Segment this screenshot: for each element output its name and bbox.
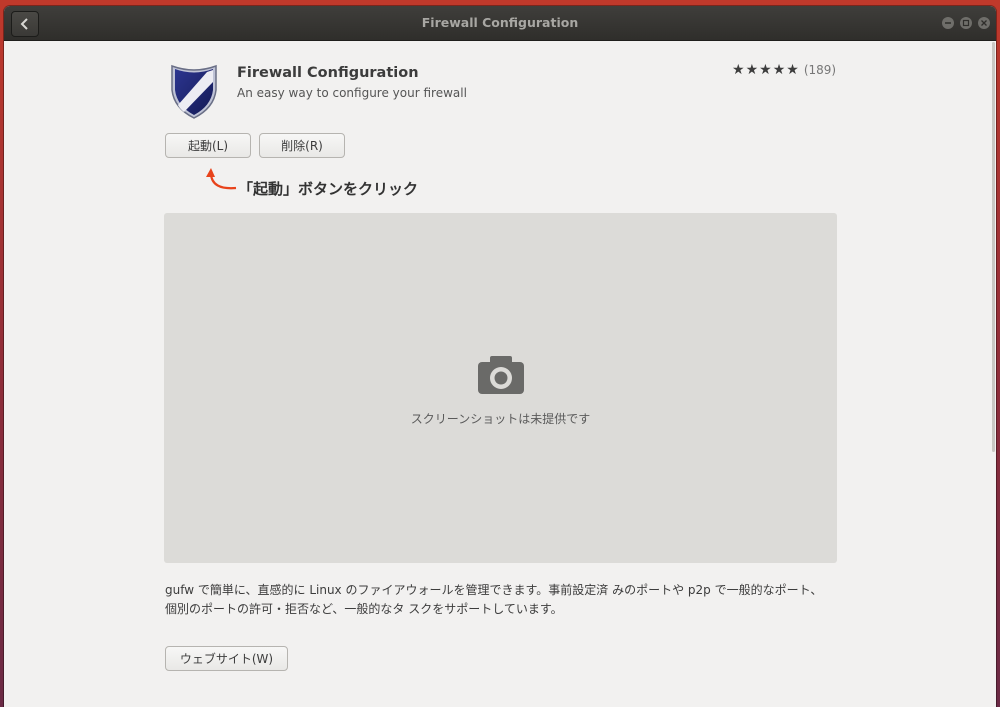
- no-screenshot-text: スクリーンショットは未提供です: [410, 412, 591, 426]
- close-button[interactable]: [978, 17, 990, 29]
- annotation-text: 「起動」ボタンをクリック: [238, 180, 419, 198]
- scrollbar[interactable]: [992, 42, 995, 452]
- rating: ★ ★ ★ ★ ★ (189): [732, 63, 836, 77]
- maximize-button[interactable]: [960, 17, 972, 29]
- camera-icon: [478, 356, 524, 394]
- close-icon: [981, 20, 987, 26]
- screenshot-placeholder: スクリーンショットは未提供です: [164, 213, 837, 563]
- app-window: Firewall Configuration Firewall Configur…: [4, 6, 996, 707]
- app-name: Firewall Configuration: [237, 65, 419, 81]
- remove-button[interactable]: 削除(R): [259, 133, 345, 158]
- titlebar: Firewall Configuration: [4, 6, 996, 41]
- website-button[interactable]: ウェブサイト(W): [165, 646, 288, 671]
- description-line: 個別のポートの許可・拒否など、一般的なタ スクをサポートしています。: [165, 602, 563, 616]
- maximize-icon: [962, 19, 970, 27]
- description-line: gufw で簡単に、直感的に Linux のファイアウォールを管理できます。事前…: [165, 583, 823, 597]
- star-icon: ★: [745, 62, 759, 78]
- star-icon: ★: [772, 62, 786, 78]
- minimize-icon: [945, 22, 951, 24]
- minimize-button[interactable]: [942, 17, 954, 29]
- window-title: Firewall Configuration: [421, 15, 579, 30]
- launch-button[interactable]: 起動(L): [165, 133, 251, 158]
- star-icon: ★: [786, 62, 799, 78]
- rating-count[interactable]: (189): [804, 63, 836, 77]
- star-icon: ★: [732, 62, 745, 78]
- star-icon: ★: [759, 62, 772, 78]
- app-description: gufw で簡単に、直感的に Linux のファイアウォールを管理できます。事前…: [165, 581, 845, 619]
- shield-icon: [171, 64, 217, 119]
- app-summary: An easy way to configure your firewall: [237, 86, 467, 100]
